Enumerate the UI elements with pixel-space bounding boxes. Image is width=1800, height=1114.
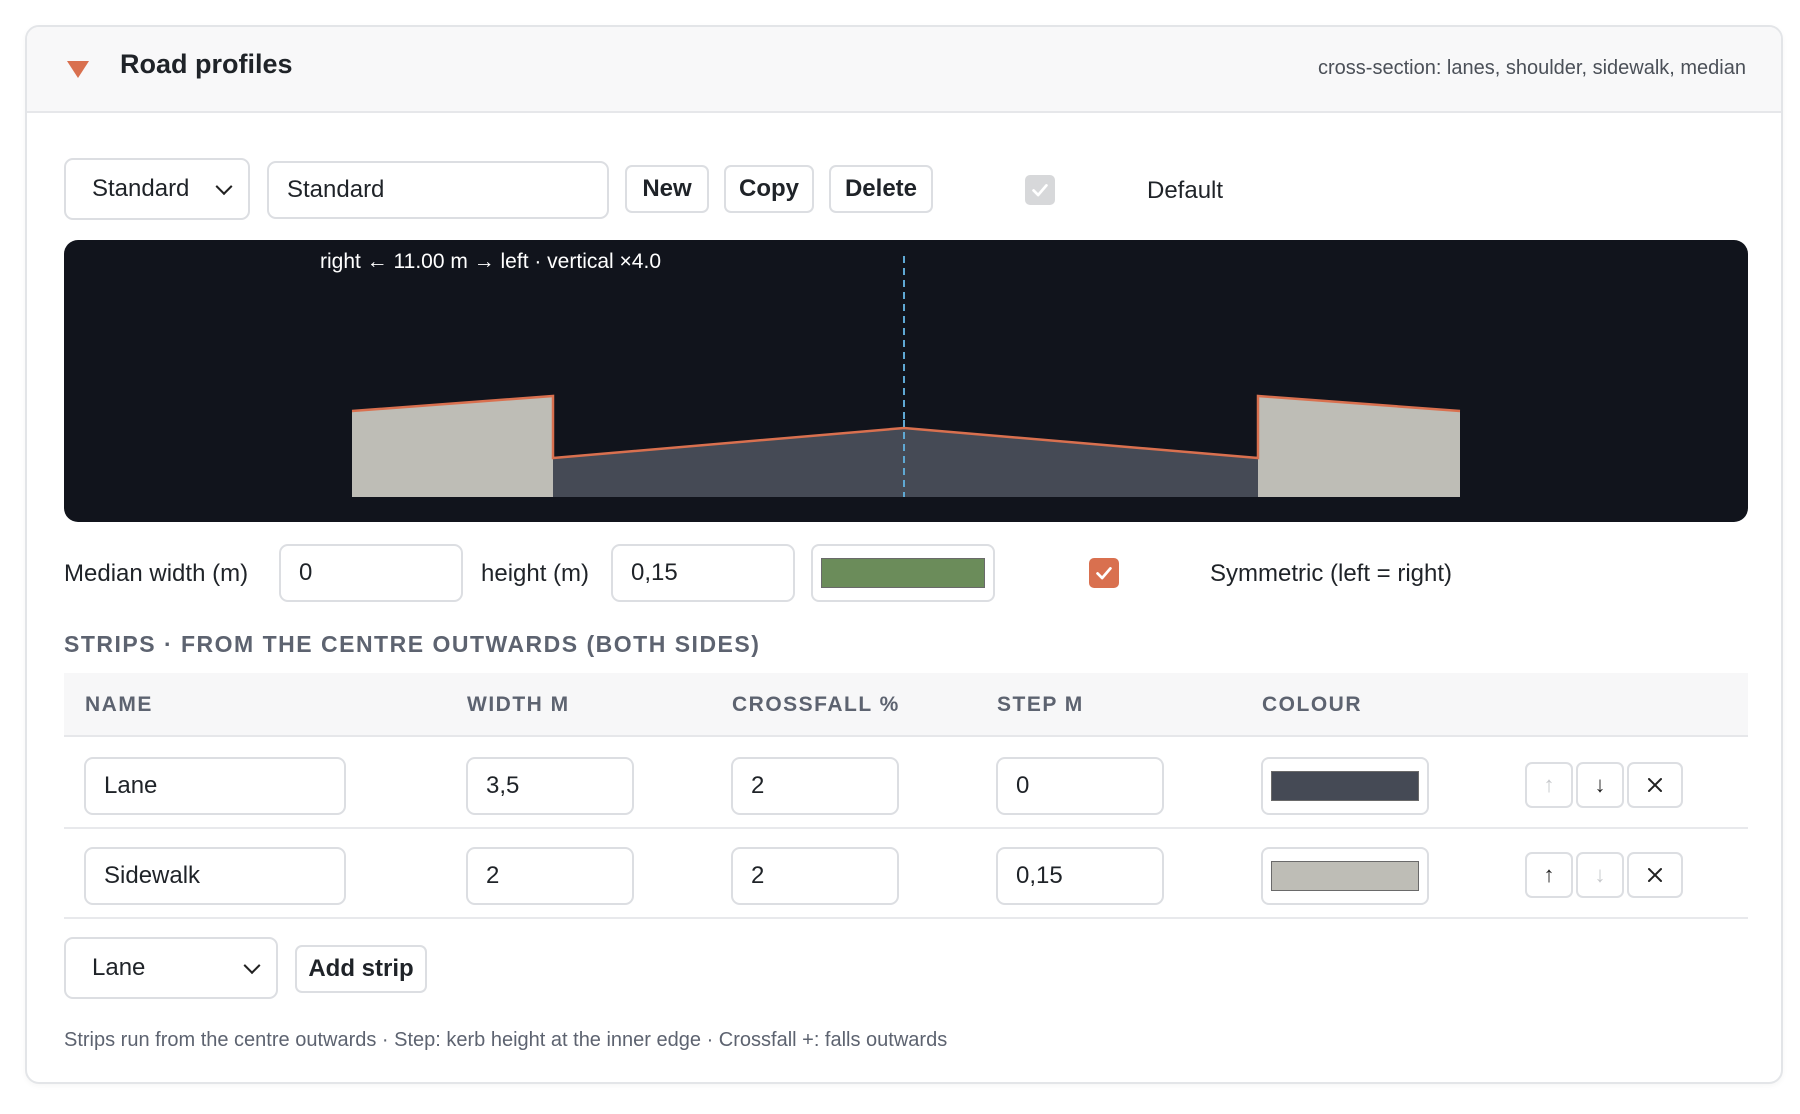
median-width-label: Median width (m) <box>64 560 249 587</box>
symmetric-label: Symmetric (left = right) <box>1210 560 1453 587</box>
strip-name-value: Sidewalk <box>104 862 201 889</box>
median-height-value: 0,15 <box>631 559 678 586</box>
strip-width-input[interactable]: 2 <box>466 847 634 905</box>
arrow-up-icon: ↑ <box>1543 862 1555 887</box>
arrow-down-icon: ↓ <box>1594 862 1606 887</box>
strip-colour-swatch <box>1271 861 1419 891</box>
profile-select-value: Standard <box>92 175 190 202</box>
strip-colour-picker[interactable] <box>1261 757 1429 815</box>
move-up-button[interactable]: ↑ <box>1525 852 1573 898</box>
strip-step-value: 0 <box>1016 772 1030 799</box>
strip-crossfall-input[interactable]: 2 <box>731 847 899 905</box>
strip-colour-picker[interactable] <box>1261 847 1429 905</box>
strips-section-title: STRIPS · FROM THE CENTRE OUTWARDS (BOTH … <box>64 631 761 657</box>
default-label: Default <box>1147 177 1224 204</box>
strip-type-value: Lane <box>92 954 146 981</box>
move-down-button[interactable]: ↓ <box>1576 852 1624 898</box>
remove-strip-button[interactable] <box>1627 852 1683 898</box>
profile-select[interactable]: Standard <box>64 158 250 220</box>
strips-footnote: Strips run from the centre outwards · St… <box>64 1029 948 1051</box>
strip-crossfall-value: 2 <box>751 772 765 799</box>
move-up-button[interactable]: ↑ <box>1525 762 1573 808</box>
col-crossfall: CROSSFALL % <box>732 693 900 716</box>
profile-name-value: Standard <box>287 176 385 203</box>
panel-title: Road profiles <box>120 49 293 79</box>
close-icon <box>1648 778 1662 792</box>
chevron-down-icon <box>215 178 233 196</box>
symmetric-checkbox[interactable] <box>1089 558 1119 588</box>
median-colour-picker[interactable] <box>811 544 995 602</box>
cross-section-drawing <box>351 256 1461 497</box>
copy-button[interactable]: Copy <box>724 165 814 213</box>
remove-strip-button[interactable] <box>1627 762 1683 808</box>
delete-button[interactable]: Delete <box>829 165 933 213</box>
col-width: WIDTH M <box>467 693 570 716</box>
checkmark-icon <box>1096 567 1112 580</box>
col-name: NAME <box>85 693 153 716</box>
lane-left <box>904 428 1258 497</box>
median-height-label: height (m) <box>481 560 590 587</box>
strip-step-input[interactable]: 0 <box>996 757 1164 815</box>
median-height-input[interactable]: 0,15 <box>611 544 795 602</box>
strip-name-input[interactable]: Lane <box>84 757 346 815</box>
median-width-input[interactable]: 0 <box>279 544 463 602</box>
strip-crossfall-input[interactable]: 2 <box>731 757 899 815</box>
arrow-down-icon: ↓ <box>1594 772 1606 797</box>
strip-colour-swatch <box>1271 771 1419 801</box>
lane-right <box>553 428 904 497</box>
strip-width-input[interactable]: 3,5 <box>466 757 634 815</box>
row-divider <box>64 827 1748 829</box>
strip-type-select[interactable]: Lane <box>64 937 278 999</box>
panel-subtitle: cross-section: lanes, shoulder, sidewalk… <box>1318 57 1746 79</box>
strip-step-value: 0,15 <box>1016 862 1063 889</box>
col-colour: COLOUR <box>1262 693 1362 716</box>
checkmark-icon <box>1032 184 1048 197</box>
collapse-caret-icon[interactable] <box>67 61 89 78</box>
profile-name-input[interactable]: Standard <box>267 161 609 219</box>
col-step: STEP M <box>997 693 1084 716</box>
median-colour-swatch <box>821 558 985 588</box>
median-width-value: 0 <box>299 559 313 586</box>
cross-section-preview: right ← 11.00 m → left · vertical ×4.0 <box>64 240 1748 522</box>
strip-step-input[interactable]: 0,15 <box>996 847 1164 905</box>
strips-table-header: NAME WIDTH M CROSSFALL % STEP M COLOUR <box>64 673 1748 737</box>
new-button[interactable]: New <box>625 165 709 213</box>
sidewalk-left <box>1258 396 1460 497</box>
arrow-up-icon: ↑ <box>1543 772 1555 797</box>
close-icon <box>1648 868 1662 882</box>
strip-name-input[interactable]: Sidewalk <box>84 847 346 905</box>
move-down-button[interactable]: ↓ <box>1576 762 1624 808</box>
strip-crossfall-value: 2 <box>751 862 765 889</box>
road-profiles-panel: Road profiles cross-section: lanes, shou… <box>25 25 1783 1084</box>
strip-width-value: 3,5 <box>486 772 520 799</box>
strip-name-value: Lane <box>104 772 158 799</box>
sidewalk-right <box>352 396 553 497</box>
default-checkbox[interactable] <box>1025 175 1055 205</box>
chevron-down-icon <box>243 957 261 975</box>
row-divider <box>64 917 1748 919</box>
add-strip-button[interactable]: Add strip <box>295 945 427 993</box>
strip-width-value: 2 <box>486 862 500 889</box>
panel-header[interactable]: Road profiles cross-section: lanes, shou… <box>27 27 1781 113</box>
